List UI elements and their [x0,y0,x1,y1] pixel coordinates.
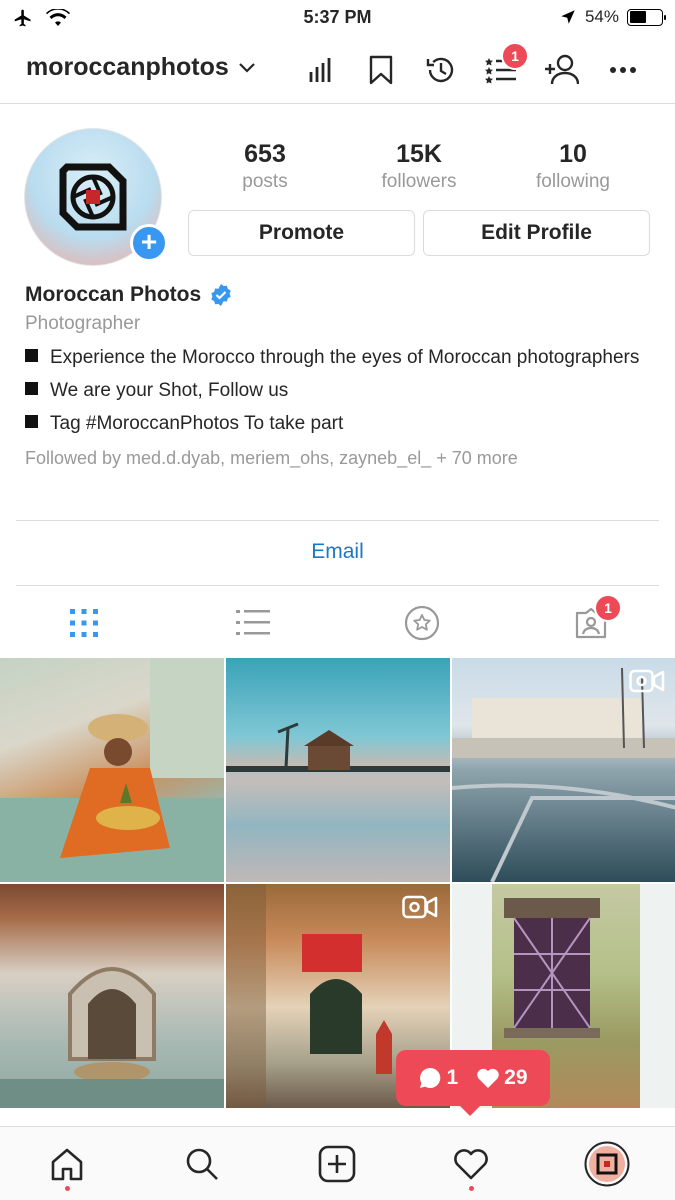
status-bar: 5:37 PM 54% [0,0,675,36]
comment-count: 1 [418,1066,458,1090]
battery-icon [627,8,666,26]
grid-post[interactable] [452,658,675,882]
followed-by[interactable]: Followed by med.d.dyab, meriem_ohs, zayn… [25,448,655,469]
tab-profile[interactable] [582,1139,632,1189]
stat-value: 653 [244,140,286,168]
stat-followers[interactable]: 15K followers [342,140,496,193]
comment-count-value: 1 [446,1066,459,1089]
tab-list[interactable] [228,598,278,648]
display-name: Moroccan Photos [25,283,202,306]
activity-dot [469,1186,474,1191]
stat-label: following [536,171,610,192]
profile-category: Photographer [25,313,141,334]
close-friends-button[interactable]: 1 [481,42,529,90]
post-thumbnail [0,967,224,1108]
bottom-tab-bar [0,1126,675,1200]
chevron-down-icon [239,62,255,73]
promote-button[interactable]: Promote [188,210,415,256]
photo-grid [0,658,675,1108]
display-name-row: Moroccan Photos [25,283,655,307]
home-icon [51,1148,83,1181]
activity-dot [65,1186,70,1191]
bio-line: Experience the Morocco through the eyes … [25,343,655,372]
options-button[interactable] [603,50,643,90]
grid-post[interactable] [226,658,450,882]
comment-icon [420,1067,441,1088]
bio-line: We are your Shot, Follow us [25,376,655,405]
tab-new-post[interactable] [312,1139,362,1189]
tab-home[interactable] [42,1139,92,1191]
stat-value: 15K [396,140,442,168]
video-camera-icon [402,895,438,919]
discover-people-button[interactable] [541,50,581,90]
saved-button[interactable] [361,50,401,90]
post-thumbnail [226,722,450,882]
username-label: moroccanphotos [26,53,229,81]
more-icon [610,67,636,73]
divider [16,520,659,521]
stat-label: followers [381,171,457,192]
location-arrow-icon [561,10,575,24]
camera-shutter-logo [59,163,127,231]
heart-filled-icon [477,1068,499,1088]
tab-saved-collection[interactable] [397,598,447,648]
like-count: 29 [476,1066,528,1090]
archive-button[interactable] [421,50,461,90]
profile-avatar[interactable]: + [24,128,168,268]
profile-tabs: 1 [0,594,675,648]
like-count-value: 29 [504,1066,528,1089]
stat-label: posts [242,171,288,192]
grid-post[interactable] [0,884,224,1108]
grid-icon [70,609,98,637]
account-switcher[interactable]: moroccanphotos [26,53,255,82]
search-icon [186,1148,218,1180]
insights-button[interactable] [301,50,341,90]
tab-tagged[interactable]: 1 [566,594,622,648]
video-camera-icon [629,669,665,693]
email-button[interactable]: Email [0,540,675,564]
status-right: 54% [559,7,666,27]
add-person-icon [545,54,579,85]
divider [16,585,659,586]
profile-avatar-icon [584,1141,630,1187]
list-icon [236,610,270,635]
square-bullet-icon [25,382,38,395]
tab-activity[interactable] [446,1139,496,1191]
battery-percent: 54% [584,7,619,26]
activity-popup[interactable]: 1 29 [396,1050,550,1116]
bookmark-icon [369,55,393,85]
stat-posts[interactable]: 653 posts [188,140,342,193]
add-story-button[interactable]: + [130,224,168,262]
tagged-badge: 1 [594,594,622,622]
star-circle-icon [404,605,440,641]
post-thumbnail [0,658,224,882]
edit-profile-button[interactable]: Edit Profile [423,210,650,256]
grid-post[interactable] [0,658,224,882]
square-bullet-icon [25,349,38,362]
bio-line: Tag #MoroccanPhotos To take part [25,409,655,438]
notification-badge: 1 [501,42,529,70]
stat-value: 10 [559,140,587,168]
profile-bio: Moroccan Photos Photographer Experience … [25,283,655,469]
bio-text: Experience the Morocco through the eyes … [50,347,640,368]
history-icon [426,57,454,83]
profile-stats: 653 posts 15K followers 10 following [188,140,650,193]
bio-text: Tag #MoroccanPhotos To take part [50,413,344,434]
verified-badge-icon [211,284,231,306]
profile-header: moroccanphotos 1 [0,36,675,104]
square-bullet-icon [25,415,38,428]
add-post-icon [318,1145,356,1183]
stat-following[interactable]: 10 following [496,140,650,193]
tab-grid[interactable] [59,598,109,648]
bar-chart-icon [309,58,331,82]
heart-icon [454,1149,488,1180]
bio-text: We are your Shot, Follow us [50,380,289,401]
tab-search[interactable] [177,1139,227,1189]
